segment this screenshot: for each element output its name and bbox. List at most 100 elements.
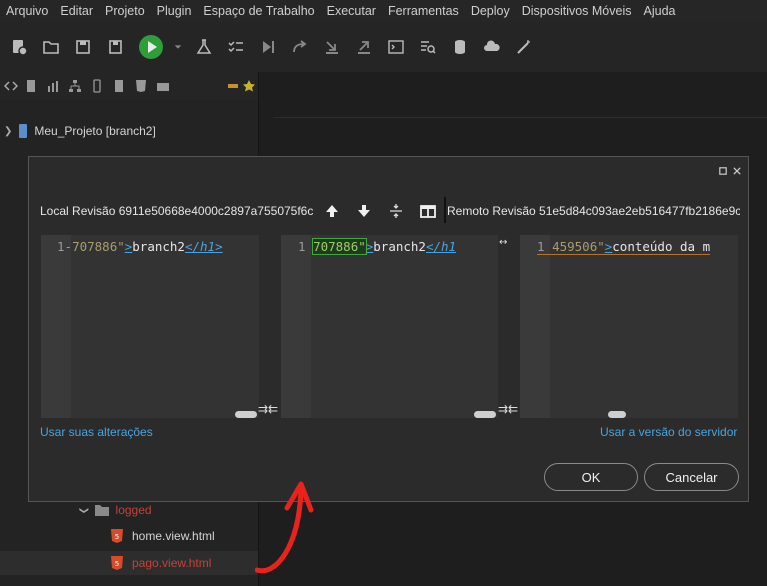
code-text: conteúdo da m: [612, 239, 711, 254]
database-icon[interactable]: [449, 36, 471, 58]
arrow-down-icon[interactable]: [354, 201, 374, 221]
ok-button[interactable]: OK: [544, 463, 638, 491]
code-tag: </h1>: [184, 239, 223, 254]
merge-gutter-left: [259, 235, 281, 418]
code-line: 1 707886">branch2</h1: [298, 238, 457, 255]
menu-ferramentas[interactable]: Ferramentas: [382, 4, 465, 18]
file-icon[interactable]: [24, 79, 38, 93]
merge-arrows-icon[interactable]: ⇉⇇: [258, 402, 278, 416]
menu-deploy[interactable]: Deploy: [465, 4, 516, 18]
cancel-button[interactable]: Cancelar: [644, 463, 739, 491]
menu-dispositivos-moveis[interactable]: Dispositivos Móveis: [516, 4, 638, 18]
search-code-icon[interactable]: [417, 36, 439, 58]
remote-revision-label: Remoto Revisão 51e5d84c093ae2eb516477fb2…: [447, 204, 740, 218]
checklist-icon[interactable]: [225, 36, 247, 58]
main-toolbar: [0, 22, 767, 72]
arrow-up-icon[interactable]: [322, 201, 342, 221]
code-icon[interactable]: [4, 79, 18, 93]
run-dropdown-icon[interactable]: [172, 36, 184, 58]
horizontal-scroll-thumb[interactable]: [235, 411, 257, 418]
horizontal-scroll-thumb[interactable]: [474, 411, 496, 418]
push-icon[interactable]: [353, 36, 375, 58]
toolbar-separator: [444, 197, 446, 223]
local-code-pane[interactable]: 1-707886">branch2</h1>: [41, 235, 259, 418]
test-flask-icon[interactable]: [193, 36, 215, 58]
sd-card-icon[interactable]: [112, 79, 126, 93]
chevron-down-icon[interactable]: ❯: [78, 506, 89, 514]
html5-icon[interactable]: [134, 79, 148, 93]
code-line: 1 459506">conteúdo da m: [537, 239, 711, 255]
close-icon[interactable]: [731, 165, 743, 177]
line-number: 1: [537, 239, 545, 254]
html5-icon: 5: [111, 529, 123, 543]
tree-file-pago[interactable]: 5 pago.view.html: [0, 551, 258, 575]
menu-bar: Arquivo Editar Projeto Plugin Espaço de …: [0, 0, 767, 22]
project-name: Meu_Projeto [branch2]: [34, 124, 156, 138]
file-label: home.view.html: [132, 529, 215, 543]
line-number: 1: [298, 239, 306, 254]
save-icon[interactable]: [72, 36, 94, 58]
save-all-icon[interactable]: [104, 36, 126, 58]
removed-marker: -: [64, 239, 73, 254]
file-label: pago.view.html: [132, 556, 212, 570]
star-icon[interactable]: [242, 79, 256, 93]
mobile-icon[interactable]: [90, 79, 104, 93]
cloud-icon[interactable]: [481, 36, 503, 58]
line-gutter: [281, 235, 311, 418]
annotation-arrow-icon: [255, 481, 314, 574]
svg-text:5: 5: [115, 533, 119, 541]
merge-gutter-right: [498, 235, 520, 418]
menu-executar[interactable]: Executar: [321, 4, 382, 18]
code-string-changed: 707886": [312, 238, 367, 255]
commit-icon[interactable]: [289, 36, 311, 58]
remote-code-pane[interactable]: 1 459506">conteúdo da m: [520, 235, 738, 418]
tree-file-home[interactable]: 5 home.view.html: [110, 524, 215, 548]
menu-editar[interactable]: Editar: [54, 4, 99, 18]
conflict-link-icon: ↔: [499, 237, 508, 248]
line-gutter: [41, 235, 71, 418]
folder-label: logged: [115, 503, 152, 517]
magic-wand-icon[interactable]: [513, 36, 535, 58]
hierarchy-icon[interactable]: [68, 79, 82, 93]
flag-icon[interactable]: [226, 79, 240, 93]
new-project-icon[interactable]: [8, 36, 30, 58]
open-folder-icon[interactable]: [40, 36, 62, 58]
code-tag: </h1: [425, 239, 457, 254]
svg-text:5: 5: [115, 560, 119, 568]
use-server-version-link[interactable]: Usar a versão do servidor: [600, 425, 737, 439]
maximize-icon[interactable]: [717, 165, 729, 177]
code-line: 1-707886">branch2</h1>: [57, 239, 223, 254]
chevron-down-icon[interactable]: ❯: [4, 126, 12, 137]
project-panel-toolbar: [0, 72, 258, 101]
run-icon[interactable]: [138, 34, 164, 60]
html5-icon: 5: [111, 556, 123, 570]
camera-icon[interactable]: [156, 79, 170, 93]
chart-icon[interactable]: [46, 79, 60, 93]
code-string: 707886": [72, 239, 125, 254]
local-revision-label: Local Revisão 6911e50668e4000c2897a75507…: [40, 204, 314, 218]
menu-plugin[interactable]: Plugin: [151, 4, 198, 18]
editor-divider: [273, 117, 767, 118]
code-text: branch2: [132, 239, 185, 254]
code-string: 459506": [552, 239, 605, 254]
menu-projeto[interactable]: Projeto: [99, 4, 151, 18]
step-icon[interactable]: [257, 36, 279, 58]
device-icon: [19, 124, 28, 138]
collapse-lines-icon[interactable]: [386, 201, 406, 221]
terminal-icon[interactable]: [385, 36, 407, 58]
split-view-icon[interactable]: [418, 201, 438, 221]
use-local-changes-link[interactable]: Usar suas alterações: [40, 425, 153, 439]
merged-code-pane[interactable]: 1 707886">branch2</h1: [281, 235, 498, 418]
code-text: branch2: [373, 239, 426, 254]
folder-icon: [94, 505, 109, 516]
line-gutter: [520, 235, 550, 418]
menu-espaco-de-trabalho[interactable]: Espaço de Trabalho: [197, 4, 320, 18]
line-number: 1: [57, 239, 65, 254]
tree-project-row[interactable]: ❯ Meu_Projeto [branch2]: [0, 119, 156, 143]
horizontal-scroll-thumb[interactable]: [608, 411, 626, 418]
pull-icon[interactable]: [321, 36, 343, 58]
menu-ajuda[interactable]: Ajuda: [638, 4, 682, 18]
menu-arquivo[interactable]: Arquivo: [0, 4, 54, 18]
merge-arrows-icon[interactable]: ⇉⇇: [498, 402, 518, 416]
merge-conflict-dialog: Local Revisão 6911e50668e4000c2897a75507…: [28, 156, 749, 502]
